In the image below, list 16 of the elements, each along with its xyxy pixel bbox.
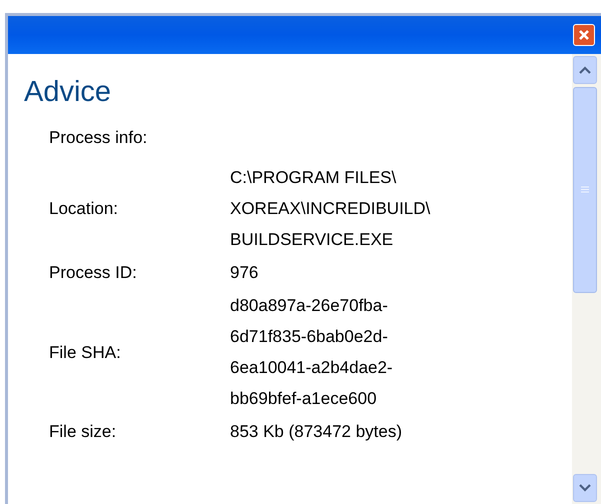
field-label: Process ID: [49,263,137,282]
field-value: 853 Kb (873472 bytes) [230,421,402,443]
field-value: C:\PROGRAM FILES\ XOREAX\INCREDIBUILD\ BUILDSERVICE.EXE [230,167,430,251]
scroll-down-button[interactable] [573,474,597,502]
field-value: 976 [230,262,258,284]
heading: Advice [24,75,112,110]
close-button[interactable] [573,24,595,46]
field-label: Location: [49,199,118,218]
section-label: Process info: [49,127,148,149]
field-value: d80a897a-26e70fba- 6d71f835-6bab0e2d- 6ea10041-a2b4dae2- bb69bfef-a1ece600 [230,295,393,410]
field-label: File size: [49,422,116,441]
field-label: File SHA: [49,342,121,362]
scroll-up-button[interactable] [573,56,597,84]
scroll-thumb[interactable] [573,87,597,293]
close-icon [578,29,590,41]
grip-icon [580,186,590,194]
